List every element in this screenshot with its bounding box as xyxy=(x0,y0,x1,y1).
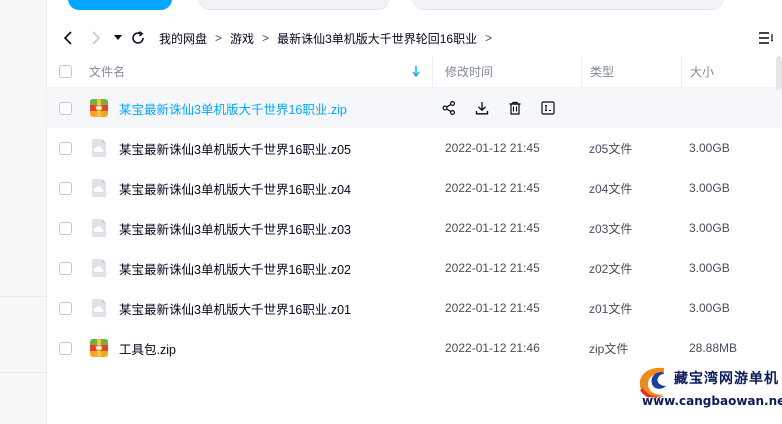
forward-button[interactable] xyxy=(85,27,107,49)
breadcrumb: 我的网盘 > 游戏 > 最新诛仙3单机版大千世界轮回16职业 > xyxy=(159,30,500,47)
header-time-label: 修改时间 xyxy=(445,65,494,79)
breadcrumb-item-games[interactable]: 游戏 xyxy=(230,30,254,47)
back-button[interactable] xyxy=(57,27,79,49)
modified-time: 2022-01-12 21:45 xyxy=(445,261,540,275)
view-mode-button[interactable] xyxy=(756,28,776,48)
share-icon xyxy=(442,101,455,115)
sort-descending-icon[interactable] xyxy=(412,66,420,77)
table-row[interactable]: 某宝最新诛仙3单机版大千世界16职业.z02 2022-01-12 21:45 … xyxy=(47,248,782,288)
file-name[interactable]: 某宝最新诛仙3单机版大千世界16职业.z05 xyxy=(119,139,351,158)
rename-icon xyxy=(540,101,555,115)
trash-icon xyxy=(509,101,520,115)
row-checkbox[interactable] xyxy=(58,261,72,275)
refresh-button[interactable] xyxy=(127,27,149,49)
breadcrumb-separator: > xyxy=(215,31,223,45)
file-type: z05文件 xyxy=(589,141,633,156)
header-name-label: 文件名 xyxy=(89,65,126,79)
upload-button[interactable] xyxy=(68,0,172,10)
file-size: 3.00GB xyxy=(689,181,730,195)
row-checkbox[interactable] xyxy=(58,301,72,315)
caret-down-icon xyxy=(114,35,122,40)
generic-file-icon xyxy=(89,178,109,198)
row-checkbox[interactable] xyxy=(58,221,72,235)
sidebar-divider xyxy=(0,296,47,297)
modified-time: 2022-01-12 21:45 xyxy=(445,221,540,235)
vertical-scrollbar[interactable] xyxy=(776,56,782,90)
modified-time: 2022-01-12 21:45 xyxy=(445,301,540,315)
watermark-url: www.cangbaowan.net xyxy=(642,394,782,408)
download-button[interactable] xyxy=(465,96,498,120)
file-name[interactable]: 某宝最新诛仙3单机版大千世界16职业.z01 xyxy=(119,299,351,318)
generic-file-icon xyxy=(89,298,109,318)
site-watermark: 藏宝湾网游单机 www.cangbaowan.net xyxy=(634,364,782,416)
header-type[interactable]: 类型 xyxy=(581,56,681,87)
table-row[interactable]: 工具包.zip 2022-01-12 21:46 zip文件 28.88MB xyxy=(47,328,782,368)
table-row[interactable]: 某宝最新诛仙3单机版大千世界16职业.z05 2022-01-12 21:45 … xyxy=(47,128,782,168)
row-checkbox[interactable] xyxy=(58,141,72,155)
file-name[interactable]: 某宝最新诛仙3单机版大千世界16职业.z04 xyxy=(119,179,351,198)
file-table: 文件名 修改时间 类型 大小 某宝最新诛仙3单机版大千世界16职业.zip 某宝… xyxy=(47,56,782,368)
chevron-right-icon xyxy=(92,31,101,45)
watermark-text: 藏宝湾网游单机 xyxy=(674,370,779,386)
file-type: zip文件 xyxy=(589,341,629,356)
breadcrumb-item-current-folder[interactable]: 最新诛仙3单机版大千世界轮回16职业 xyxy=(277,30,477,47)
row-checkbox[interactable] xyxy=(58,101,72,115)
breadcrumb-item-home[interactable]: 我的网盘 xyxy=(159,30,207,47)
row-checkbox[interactable] xyxy=(58,341,72,355)
file-size: 28.88MB xyxy=(689,341,738,355)
top-toolbar xyxy=(47,0,782,22)
file-name[interactable]: 某宝最新诛仙3单机版大千世界16职业.z03 xyxy=(119,219,351,238)
navigation-bar: 我的网盘 > 游戏 > 最新诛仙3单机版大千世界轮回16职业 > xyxy=(47,24,782,52)
file-type: z02文件 xyxy=(589,261,633,276)
left-sidebar xyxy=(0,0,47,424)
file-size: 3.00GB xyxy=(689,301,730,315)
select-all-checkbox[interactable] xyxy=(58,65,72,78)
table-row[interactable]: 某宝最新诛仙3单机版大千世界16职业.zip xyxy=(47,88,782,128)
zip-archive-icon xyxy=(89,98,109,118)
modified-time: 2022-01-12 21:45 xyxy=(445,141,540,155)
zip-archive-icon xyxy=(89,338,109,358)
file-type: z04文件 xyxy=(589,181,633,196)
file-size: 3.00GB xyxy=(689,221,730,235)
modified-time: 2022-01-12 21:46 xyxy=(445,341,540,355)
generic-file-icon xyxy=(89,218,109,238)
file-name[interactable]: 工具包.zip xyxy=(119,339,176,358)
table-row[interactable]: 某宝最新诛仙3单机版大千世界16职业.z01 2022-01-12 21:45 … xyxy=(47,288,782,328)
share-button[interactable] xyxy=(432,96,465,120)
breadcrumb-separator: > xyxy=(262,31,270,45)
file-size: 3.00GB xyxy=(689,141,730,155)
history-dropdown-button[interactable] xyxy=(111,27,125,49)
delete-button[interactable] xyxy=(498,96,531,120)
file-size: 3.00GB xyxy=(689,261,730,275)
header-size-label: 大小 xyxy=(690,65,715,79)
generic-file-icon xyxy=(89,258,109,278)
list-view-icon xyxy=(759,32,773,44)
generic-file-icon xyxy=(89,138,109,158)
more-actions-button[interactable] xyxy=(531,96,564,120)
row-actions xyxy=(432,88,564,128)
header-time[interactable]: 修改时间 xyxy=(432,56,581,87)
file-type: z01文件 xyxy=(589,301,633,316)
breadcrumb-separator[interactable]: > xyxy=(485,31,492,45)
modified-time: 2022-01-12 21:45 xyxy=(445,181,540,195)
download-icon xyxy=(475,102,488,115)
refresh-icon xyxy=(132,31,144,44)
search-input[interactable] xyxy=(413,0,723,10)
table-header: 文件名 修改时间 类型 大小 xyxy=(47,56,782,88)
table-row[interactable]: 某宝最新诛仙3单机版大千世界16职业.z04 2022-01-12 21:45 … xyxy=(47,168,782,208)
file-name-link[interactable]: 某宝最新诛仙3单机版大千世界16职业.zip xyxy=(119,99,347,118)
sidebar-divider xyxy=(0,372,47,373)
file-type: z03文件 xyxy=(589,221,633,236)
header-type-label: 类型 xyxy=(590,65,615,79)
chevron-left-icon xyxy=(63,31,72,45)
file-name[interactable]: 某宝最新诛仙3单机版大千世界16职业.z02 xyxy=(119,259,351,278)
row-checkbox[interactable] xyxy=(58,181,72,195)
header-name[interactable]: 文件名 xyxy=(83,56,432,87)
new-folder-button[interactable] xyxy=(199,0,389,10)
header-size[interactable]: 大小 xyxy=(681,56,769,87)
table-row[interactable]: 某宝最新诛仙3单机版大千世界16职业.z03 2022-01-12 21:45 … xyxy=(47,208,782,248)
